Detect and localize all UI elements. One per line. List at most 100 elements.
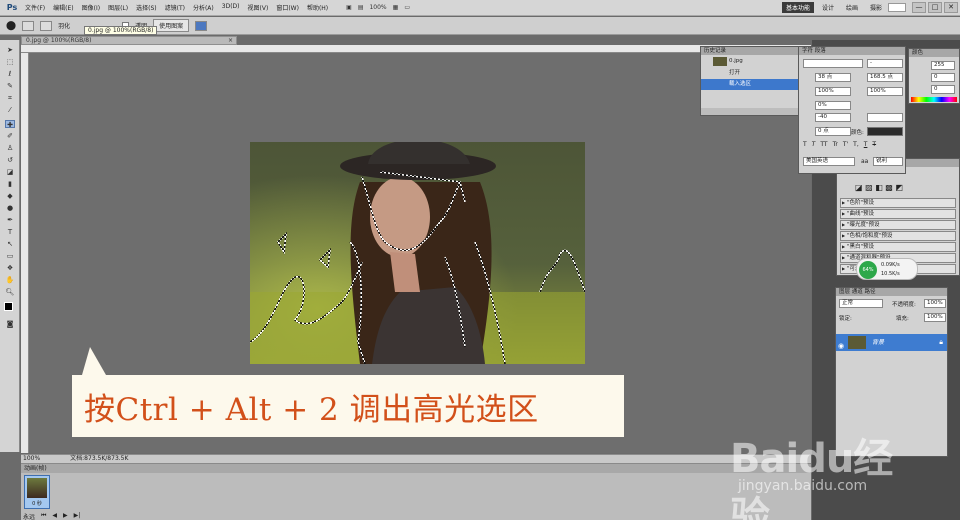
menu-file[interactable]: 文件(F) bbox=[25, 3, 45, 12]
color-value-r[interactable]: 255 bbox=[931, 61, 955, 70]
menu-analysis[interactable]: 分析(A) bbox=[193, 3, 214, 12]
text-color-swatch[interactable] bbox=[867, 127, 903, 136]
clone-stamp-tool-icon[interactable]: ♙ bbox=[5, 144, 15, 152]
menu-3d[interactable]: 3D(D) bbox=[222, 3, 240, 12]
gradient-tool-icon[interactable]: ▮ bbox=[5, 180, 15, 188]
blend-mode-select[interactable]: 正常 bbox=[839, 299, 883, 308]
document-image[interactable] bbox=[250, 142, 585, 364]
play-icon[interactable]: ▶ bbox=[63, 512, 68, 520]
preset-exposure[interactable]: "曝光度"预设 bbox=[840, 220, 956, 230]
history-brush-tool-icon[interactable]: ↺ bbox=[5, 156, 15, 164]
layer-name[interactable]: 背景 bbox=[872, 334, 884, 351]
shape-tool-icon[interactable]: ▭ bbox=[5, 252, 15, 260]
status-zoom[interactable]: 100% bbox=[23, 455, 40, 463]
font-size-field[interactable]: 38 点 bbox=[815, 73, 851, 82]
tool-preset-icon[interactable]: ⬤ bbox=[6, 21, 16, 31]
screen-mode-icon[interactable]: ▭ bbox=[404, 4, 410, 11]
3d-rotate-tool-icon[interactable]: ❖ bbox=[5, 264, 15, 272]
document-tab-close-icon[interactable]: × bbox=[228, 37, 233, 44]
spot-healing-tool-icon[interactable]: ✚ bbox=[5, 120, 15, 129]
leading-field[interactable]: 168.5 点 bbox=[867, 73, 903, 82]
color-ramp[interactable] bbox=[911, 97, 957, 102]
close-button[interactable]: ✕ bbox=[944, 2, 958, 13]
minimize-button[interactable]: — bbox=[912, 2, 926, 13]
menu-help[interactable]: 帮助(H) bbox=[307, 3, 328, 12]
color-value-b[interactable]: 0 bbox=[931, 85, 955, 94]
new-selection-icon[interactable] bbox=[22, 20, 35, 31]
color-value-g[interactable]: 0 bbox=[931, 73, 955, 82]
network-speed-widget[interactable]: 64% 0.09K/s 10.5K/s bbox=[856, 258, 918, 280]
tab-channels[interactable]: 通道 bbox=[852, 289, 863, 295]
preset-curves[interactable]: "曲线"预设 bbox=[840, 209, 956, 219]
menu-window[interactable]: 窗口(W) bbox=[276, 3, 299, 12]
path-select-tool-icon[interactable]: ↖ bbox=[5, 240, 15, 248]
quick-mask-icon[interactable]: ◙ bbox=[5, 320, 15, 328]
prev-frame-icon[interactable]: ◀ bbox=[52, 512, 57, 520]
tab-paths[interactable]: 路径 bbox=[865, 289, 876, 295]
tab-layers[interactable]: 图层 bbox=[839, 289, 850, 295]
animation-frame[interactable]: 0 秒 bbox=[24, 475, 50, 509]
vertical-ruler[interactable] bbox=[21, 53, 29, 453]
mini-bridge-icon[interactable]: ▤ bbox=[358, 4, 364, 11]
dodge-tool-icon[interactable]: ● bbox=[5, 204, 15, 212]
frame-delay-label[interactable]: 0 秒 bbox=[25, 500, 49, 507]
lasso-tool-icon[interactable]: ℓ bbox=[5, 70, 15, 78]
superscript-button[interactable]: T' bbox=[843, 141, 848, 148]
workspace-photography[interactable]: 摄影 bbox=[866, 2, 886, 13]
kerning-field[interactable]: -40 bbox=[815, 113, 851, 122]
zoom-tool-icon[interactable]: 🔍︎ bbox=[5, 288, 15, 296]
maximize-button[interactable]: □ bbox=[928, 2, 942, 13]
blur-tool-icon[interactable]: ◆ bbox=[5, 192, 15, 200]
menu-edit[interactable]: 编辑(E) bbox=[53, 3, 73, 12]
faux-bold-button[interactable]: T bbox=[803, 141, 807, 148]
status-doc-info[interactable]: 文档:873.5K/873.5K bbox=[70, 455, 128, 463]
opacity-field[interactable]: 100% bbox=[924, 299, 946, 308]
marquee-tool-icon[interactable]: ⬚ bbox=[5, 58, 15, 66]
font-style-select[interactable]: - bbox=[867, 59, 903, 68]
faux-italic-button[interactable]: T bbox=[812, 141, 816, 148]
history-snapshot[interactable]: 0.jpg bbox=[701, 55, 803, 68]
font-family-select[interactable] bbox=[803, 59, 863, 68]
search-input[interactable] bbox=[888, 3, 906, 12]
vertical-scale-field[interactable]: 100% bbox=[815, 87, 851, 96]
tracking-percent-field[interactable]: 0% bbox=[815, 101, 851, 110]
tab-character[interactable]: 字符 bbox=[802, 48, 813, 54]
preset-hue-saturation[interactable]: "色相/饱和度"预设 bbox=[840, 231, 956, 241]
history-item-load-selection[interactable]: 载入选区 bbox=[701, 79, 803, 90]
menu-image[interactable]: 图像(I) bbox=[82, 3, 100, 12]
preset-levels[interactable]: "色阶"预设 bbox=[840, 198, 956, 208]
menu-layer[interactable]: 图层(L) bbox=[108, 3, 128, 12]
menu-view[interactable]: 视图(V) bbox=[248, 3, 269, 12]
next-frame-icon[interactable]: ▶| bbox=[74, 512, 81, 520]
document-tab[interactable]: 0.jpg @ 100%(RGB/8) × bbox=[21, 36, 237, 45]
history-item-open[interactable]: 打开 bbox=[701, 68, 803, 79]
subscript-button[interactable]: T, bbox=[853, 141, 859, 148]
eraser-tool-icon[interactable]: ◪ bbox=[5, 168, 15, 176]
small-caps-button[interactable]: Tr bbox=[833, 141, 838, 148]
menu-filter[interactable]: 滤镜(T) bbox=[165, 3, 185, 12]
tracking-field[interactable] bbox=[867, 113, 903, 122]
color-panel-tabs[interactable]: 颜色 bbox=[909, 49, 959, 57]
adjustment-icon-row[interactable]: ◪ ▨ ◧ ▩ ◩ bbox=[855, 183, 903, 192]
all-caps-button[interactable]: TT bbox=[820, 141, 827, 148]
bridge-icon[interactable]: ▣ bbox=[346, 4, 352, 11]
language-select[interactable]: 美国英语 bbox=[803, 157, 855, 166]
brush-tool-icon[interactable]: ✐ bbox=[5, 132, 15, 140]
horizontal-ruler[interactable] bbox=[21, 45, 811, 53]
underline-button[interactable]: T bbox=[864, 141, 868, 148]
horizontal-scale-field[interactable]: 100% bbox=[867, 87, 903, 96]
baseline-shift-field[interactable]: 0 点 bbox=[815, 127, 851, 136]
arrange-icon[interactable]: ▦ bbox=[393, 4, 399, 11]
loop-select[interactable]: 永远 bbox=[23, 512, 35, 520]
history-panel-tab[interactable]: 历史记录 bbox=[701, 47, 803, 55]
animation-panel-tab[interactable]: 动画(帧) bbox=[21, 464, 811, 473]
antialias-select[interactable]: 锐利 bbox=[873, 157, 903, 166]
eyedropper-tool-icon[interactable]: ⁄ bbox=[5, 106, 15, 114]
move-tool-icon[interactable]: ➤ bbox=[5, 46, 15, 54]
tab-paragraph[interactable]: 段落 bbox=[815, 48, 826, 54]
workspace-essentials[interactable]: 基本功能 bbox=[782, 2, 815, 13]
crop-tool-icon[interactable]: ⌗ bbox=[5, 94, 15, 102]
first-frame-icon[interactable]: ⏮ bbox=[41, 512, 46, 520]
preset-black-white[interactable]: "黑白"预设 bbox=[840, 242, 956, 252]
use-pattern-button[interactable]: 使用图案 bbox=[153, 19, 190, 32]
